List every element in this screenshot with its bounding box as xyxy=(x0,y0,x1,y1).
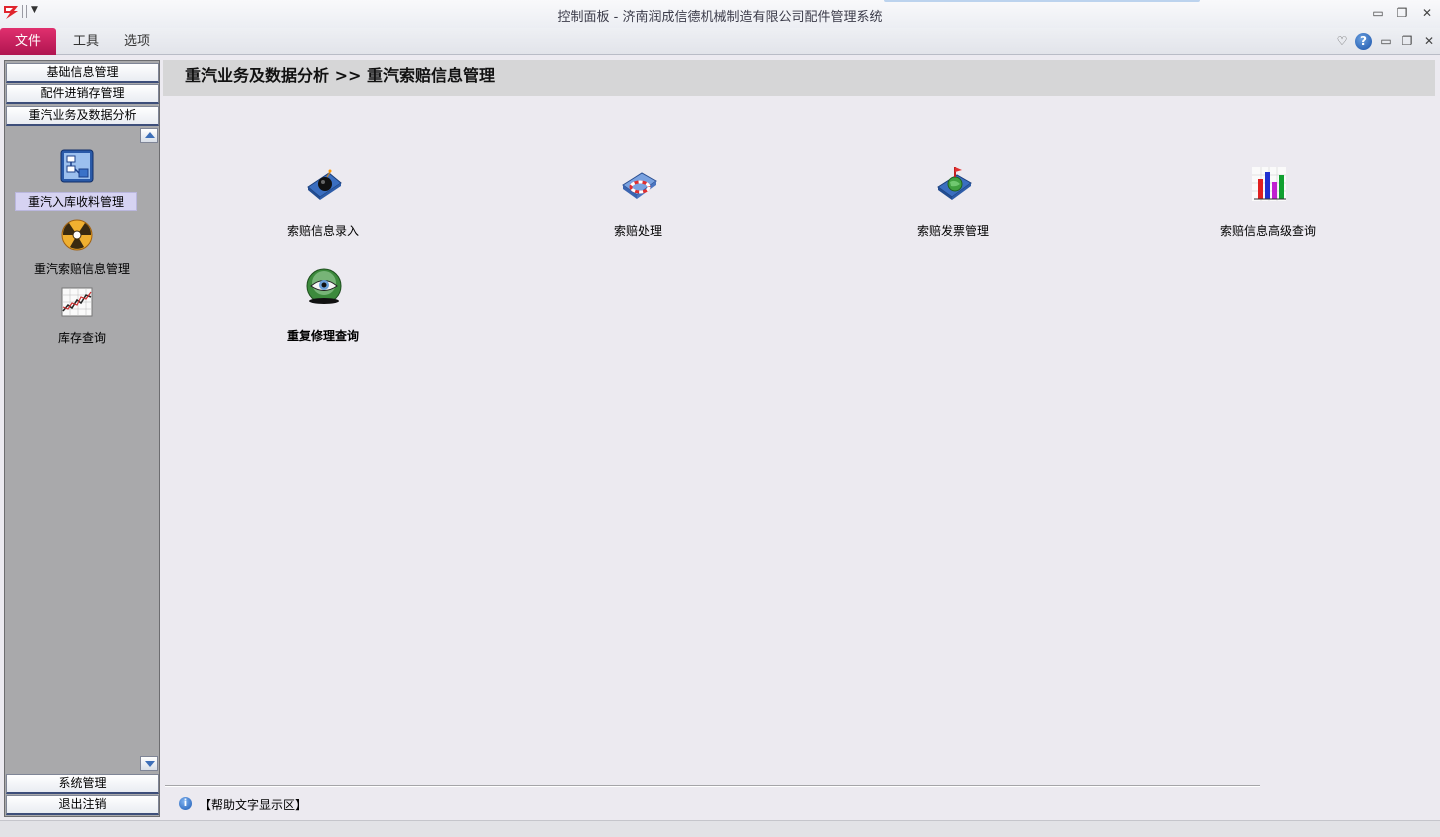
nav-scroll-up-button[interactable] xyxy=(140,128,158,143)
close-icon[interactable]: ✕ xyxy=(1418,5,1436,21)
restore-icon[interactable]: ❐ xyxy=(1393,5,1411,21)
title-bar: ▼ 控制面板 - 济南润成信德机械制造有限公司配件管理系统 ▭ ❐ ✕ xyxy=(0,0,1440,28)
ribbon-collapse-icon[interactable]: ♡ xyxy=(1333,33,1351,51)
tile-label: 重复修理查询 xyxy=(286,329,359,343)
tab-file[interactable]: 文件 xyxy=(0,28,56,55)
mdi-minimize-icon[interactable]: ▭ xyxy=(1377,33,1395,51)
tile-claim-invoice[interactable]: 索赔发票管理 xyxy=(853,165,1053,245)
nav-group-parts-inventory[interactable]: 配件进销存管理 xyxy=(6,84,159,104)
minimize-icon[interactable]: ▭ xyxy=(1369,5,1387,21)
line-chart-icon[interactable] xyxy=(60,285,94,319)
folder-lifebuoy-icon xyxy=(622,172,657,199)
status-bar xyxy=(0,820,1440,837)
tile-label: 索赔信息录入 xyxy=(286,224,359,238)
folder-globe-icon xyxy=(937,167,972,200)
nav-panel: 基础信息管理 配件进销存管理 重汽业务及数据分析 重汽入库收料管理 重汽索赔信息… xyxy=(4,60,160,817)
ribbon-tab-bar: 文件 工具 选项 ♡ ? ▭ ❐ ✕ xyxy=(0,28,1440,55)
radiation-icon[interactable] xyxy=(60,218,94,252)
mdi-close-icon[interactable]: ✕ xyxy=(1420,33,1438,51)
tile-claim-entry[interactable]: 索赔信息录入 xyxy=(223,165,423,245)
bar-chart-icon xyxy=(1252,167,1286,201)
nav-group-logout[interactable]: 退出注销 xyxy=(6,795,159,815)
tab-tools[interactable]: 工具 xyxy=(73,28,99,55)
info-icon: i xyxy=(179,797,192,810)
eye-icon xyxy=(306,268,342,304)
window-title: 控制面板 - 济南润成信德机械制造有限公司配件管理系统 xyxy=(557,10,883,25)
tab-options[interactable]: 选项 xyxy=(124,28,150,55)
mdi-restore-icon[interactable]: ❐ xyxy=(1398,33,1416,51)
nav-group-business-analysis[interactable]: 重汽业务及数据分析 xyxy=(6,106,159,126)
nav-group-basic-info[interactable]: 基础信息管理 xyxy=(6,63,159,83)
title-highlight xyxy=(884,0,1200,2)
nav-item-inbound-receiving[interactable]: 重汽入库收料管理 xyxy=(15,192,137,211)
tile-label: 索赔处理 xyxy=(613,224,662,238)
help-divider xyxy=(165,785,1260,787)
tile-repeat-repair-query[interactable]: 重复修理查询 xyxy=(223,267,423,347)
main-content: 重汽业务及数据分析 >> 重汽索赔信息管理 索赔信息录入 索赔处理 索赔发票管理… xyxy=(163,60,1437,817)
tile-claim-advanced-query[interactable]: 索赔信息高级查询 xyxy=(1168,165,1368,245)
folder-bomb-icon xyxy=(307,169,342,200)
nav-scroll-down-button[interactable] xyxy=(140,756,158,771)
tile-claim-processing[interactable]: 索赔处理 xyxy=(538,165,738,245)
nav-item-claim-management[interactable]: 重汽索赔信息管理 xyxy=(5,260,159,277)
help-icon[interactable]: ? xyxy=(1355,33,1372,50)
tile-label: 索赔发票管理 xyxy=(916,224,989,238)
nav-group-system[interactable]: 系统管理 xyxy=(6,774,159,794)
nav-item-stock-query[interactable]: 库存查询 xyxy=(5,329,159,346)
tile-label: 索赔信息高级查询 xyxy=(1219,224,1316,238)
help-text: 【帮助文字显示区】 xyxy=(199,798,308,812)
flowchart-icon[interactable] xyxy=(60,149,94,183)
breadcrumb: 重汽业务及数据分析 >> 重汽索赔信息管理 xyxy=(163,60,1435,96)
